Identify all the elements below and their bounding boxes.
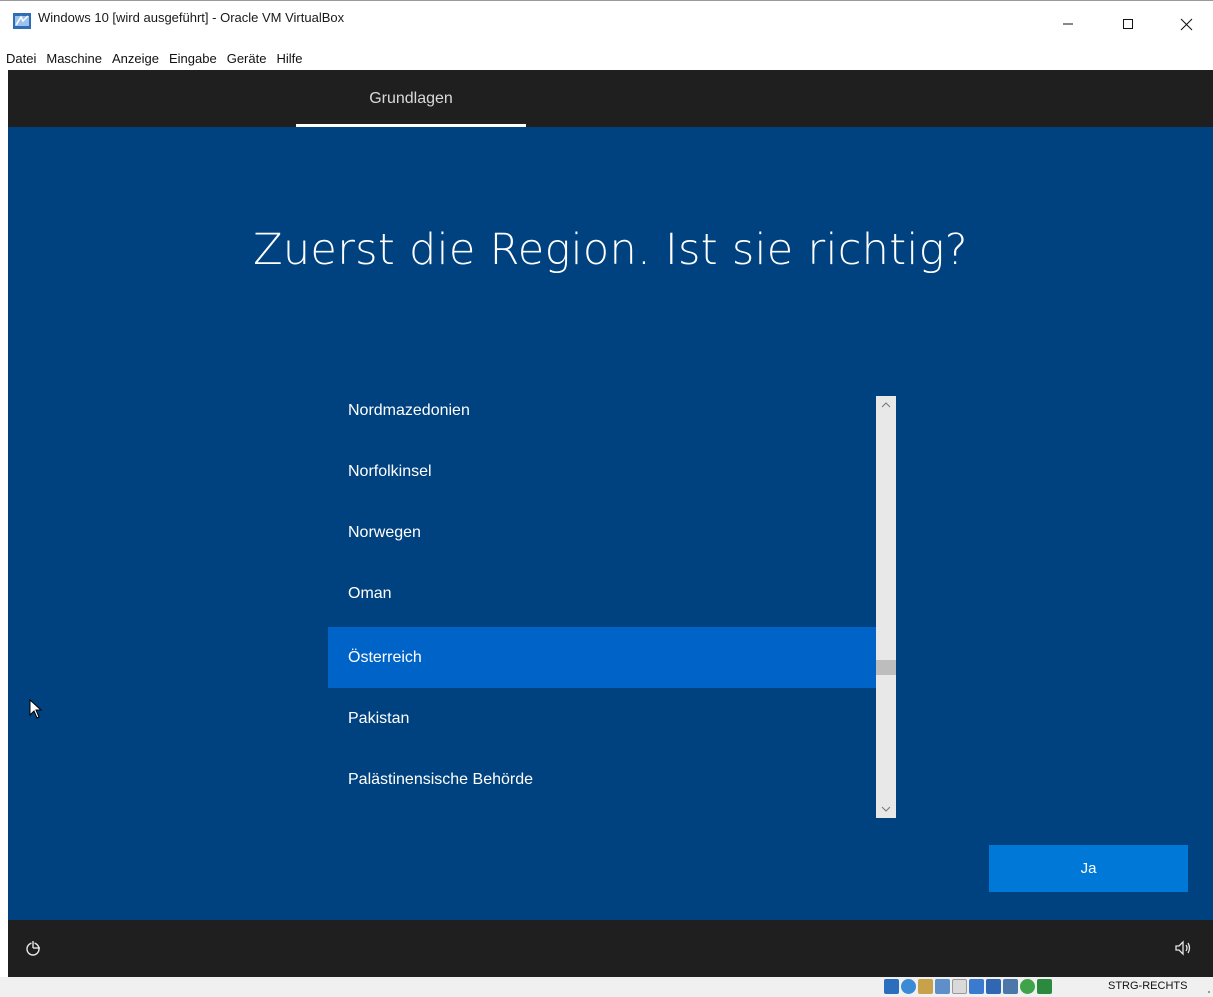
menu-datei[interactable]: Datei bbox=[6, 51, 36, 66]
list-item-region[interactable]: Norfolkinsel bbox=[328, 441, 876, 502]
shared-folders-icon[interactable] bbox=[969, 979, 984, 994]
menu-eingabe[interactable]: Eingabe bbox=[169, 51, 217, 66]
status-icons bbox=[884, 979, 1054, 994]
region-list[interactable]: Nordmazedonien Norfolkinsel Norwegen Oma… bbox=[328, 380, 896, 818]
scrollbar-thumb[interactable] bbox=[876, 660, 896, 675]
audio-icon[interactable] bbox=[918, 979, 933, 994]
network-icon[interactable] bbox=[935, 979, 950, 994]
window-title: Windows 10 [wird ausgeführt] - Oracle VM… bbox=[38, 10, 345, 25]
list-item-region[interactable]: Nordmazedonien bbox=[328, 380, 876, 441]
keyboard-capture-icon[interactable] bbox=[1037, 979, 1052, 994]
minimize-button[interactable] bbox=[1039, 1, 1097, 47]
close-icon bbox=[1180, 18, 1192, 30]
scroll-down-button[interactable] bbox=[876, 800, 896, 818]
list-item-region-selected[interactable]: Österreich bbox=[328, 627, 876, 688]
oobe-header-bar: Grundlagen bbox=[8, 70, 1213, 127]
volume-icon[interactable] bbox=[1174, 939, 1192, 957]
region-label: Nordmazedonien bbox=[348, 401, 470, 419]
mouse-integration-icon[interactable] bbox=[1020, 979, 1035, 994]
scroll-up-button[interactable] bbox=[876, 396, 896, 414]
hard-disk-icon[interactable] bbox=[884, 979, 899, 994]
list-item-region[interactable]: Norwegen bbox=[328, 502, 876, 563]
host-key-label: STRG-RECHTS bbox=[1108, 980, 1188, 992]
maximize-icon bbox=[1123, 19, 1133, 29]
display-icon[interactable] bbox=[986, 979, 1001, 994]
chevron-down-icon bbox=[881, 806, 891, 812]
region-label: Pakistan bbox=[348, 709, 410, 727]
region-label: Oman bbox=[348, 584, 392, 602]
menu-bar: Datei Maschine Anzeige Eingabe Geräte Hi… bbox=[0, 47, 1213, 69]
optical-drive-icon[interactable] bbox=[901, 979, 916, 994]
tab-active-indicator bbox=[296, 124, 526, 127]
maximize-button[interactable] bbox=[1099, 1, 1157, 47]
menu-maschine[interactable]: Maschine bbox=[46, 51, 102, 66]
mouse-cursor-icon bbox=[29, 699, 43, 719]
oobe-footer-bar bbox=[8, 920, 1213, 977]
ja-button[interactable]: Ja bbox=[989, 845, 1188, 892]
region-label: Norfolkinsel bbox=[348, 462, 432, 480]
chevron-up-icon bbox=[881, 402, 891, 408]
minimize-icon bbox=[1063, 23, 1073, 25]
menu-hilfe[interactable]: Hilfe bbox=[276, 51, 302, 66]
resize-grip-icon[interactable] bbox=[1204, 987, 1210, 993]
close-button[interactable] bbox=[1157, 1, 1213, 47]
list-item-region[interactable]: Palästinensische Behörde bbox=[328, 749, 876, 810]
ease-of-access-icon[interactable] bbox=[24, 939, 42, 957]
page-heading: Zuerst die Region. Ist sie richtig? bbox=[253, 225, 968, 275]
region-label: Norwegen bbox=[348, 523, 421, 541]
usb-icon[interactable] bbox=[952, 979, 967, 994]
list-item-region[interactable]: Pakistan bbox=[328, 688, 876, 749]
region-label: Österreich bbox=[348, 648, 422, 666]
status-bar: STRG-RECHTS bbox=[0, 977, 1213, 997]
vm-display[interactable]: Grundlagen Zuerst die Region. Ist sie ri… bbox=[8, 70, 1213, 977]
region-list-scrollbar[interactable] bbox=[876, 396, 896, 818]
title-bar[interactable]: Windows 10 [wird ausgeführt] - Oracle VM… bbox=[0, 0, 1213, 47]
region-label: Palästinensische Behörde bbox=[348, 770, 534, 788]
virtualbox-window: Windows 10 [wird ausgeführt] - Oracle VM… bbox=[0, 0, 1213, 997]
menu-geraete[interactable]: Geräte bbox=[227, 51, 267, 66]
tab-grundlagen: Grundlagen bbox=[369, 90, 453, 107]
video-capture-icon[interactable] bbox=[1003, 979, 1018, 994]
virtualbox-icon bbox=[13, 13, 31, 29]
menu-anzeige[interactable]: Anzeige bbox=[112, 51, 159, 66]
list-item-region[interactable]: Oman bbox=[328, 563, 876, 624]
